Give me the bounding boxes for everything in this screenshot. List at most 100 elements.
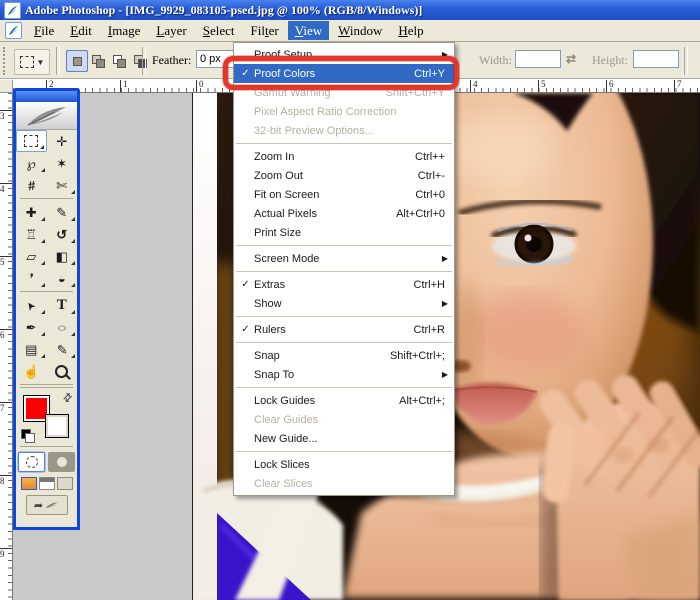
menu-item-rulers[interactable]: ✓RulersCtrl+R [234, 320, 454, 339]
menu-separator [236, 316, 452, 317]
ruler-label: 1 [120, 80, 128, 92]
default-colors-icon[interactable] [21, 429, 35, 441]
menu-item-proof-colors[interactable]: ✓Proof ColorsCtrl+Y [234, 64, 454, 83]
background-color-swatch[interactable] [45, 414, 69, 438]
default-background [25, 433, 35, 443]
swap-colors-icon[interactable]: ⇄ [60, 390, 76, 406]
imageready-row: ➦ [16, 492, 77, 518]
menubar-item-window[interactable]: Window [331, 21, 389, 40]
tool-lasso[interactable]: ℘ [16, 152, 47, 174]
tool-clone-stamp[interactable]: ♖ [16, 223, 47, 245]
feather-logo-gray [25, 105, 69, 127]
tool-history-brush[interactable]: ↺ [47, 223, 78, 245]
menubar-item-file[interactable]: File [27, 21, 61, 40]
menu-item-snap-to[interactable]: Snap To▶ [234, 365, 454, 384]
tool-hand[interactable]: ☝ [16, 360, 47, 382]
menubar-item-filter[interactable]: Filter [244, 21, 286, 40]
width-input[interactable] [515, 50, 561, 68]
menu-item-snap[interactable]: SnapShift+Ctrl+; [234, 346, 454, 365]
tool-preset-picker[interactable]: ▼ [14, 49, 50, 75]
selection-mode-subtract-button[interactable] [108, 50, 130, 72]
tool-path-selection[interactable]: ➤ [16, 294, 47, 316]
tool-rectangular-marquee[interactable] [16, 130, 47, 152]
tool-paint-bucket[interactable]: ◧ [47, 245, 78, 267]
menu-item-zoom-in[interactable]: Zoom InCtrl++ [234, 147, 454, 166]
selection-mode-new-button[interactable] [66, 50, 88, 72]
vertical-ruler[interactable]: 3456789 [0, 93, 13, 600]
move-icon: ✛ [56, 135, 67, 148]
tool-row: ▤✐ [16, 338, 77, 360]
menubar-item-edit[interactable]: Edit [63, 21, 99, 40]
tool-zoom[interactable] [47, 360, 78, 382]
toolbox-title-bar[interactable] [16, 91, 77, 102]
tool-healing-brush[interactable]: ✚ [16, 201, 47, 223]
menu-item-new-guide[interactable]: New Guide... [234, 429, 454, 448]
menu-item-actual-pixels[interactable]: Actual PixelsAlt+Ctrl+0 [234, 204, 454, 223]
menubar-item-view[interactable]: View [288, 21, 329, 40]
menu-item-screen-mode[interactable]: Screen Mode▶ [234, 249, 454, 268]
tool-slice[interactable]: ✄ [47, 174, 78, 196]
healing-brush-icon: ✚ [26, 206, 37, 219]
menu-item-extras[interactable]: ✓ExtrasCtrl+H [234, 275, 454, 294]
checkmark-icon: ✓ [237, 68, 254, 79]
ruler-label: 6 [606, 80, 614, 92]
menu-item-zoom-out[interactable]: Zoom OutCtrl+- [234, 166, 454, 185]
fullscreen-button[interactable] [57, 477, 73, 490]
tool-move[interactable]: ✛ [47, 130, 78, 152]
options-bar-grip[interactable] [3, 47, 9, 75]
height-input[interactable] [633, 50, 679, 68]
tool-pen[interactable]: ✒ [16, 316, 47, 338]
separator [684, 47, 688, 75]
standard-mode-button[interactable] [18, 452, 45, 472]
menu-separator [236, 271, 452, 272]
tool-row: ✚✎ [16, 201, 77, 223]
ruler-ticks [8, 93, 12, 600]
shortcut-label: Ctrl+H [414, 279, 451, 291]
tool-magic-wand[interactable]: ✶ [47, 152, 78, 174]
notes-icon: ▤ [25, 343, 37, 356]
title-bar[interactable]: Adobe Photoshop - [IMG_9929_083105-psed.… [0, 0, 700, 20]
menu-item-lock-guides[interactable]: Lock GuidesAlt+Ctrl+; [234, 391, 454, 410]
tool-eraser[interactable]: ▱ [16, 245, 47, 267]
shortcut-label: Alt+Ctrl+0 [396, 208, 451, 220]
quick-mask-mode-button[interactable] [48, 452, 75, 472]
menu-item-show[interactable]: Show▶ [234, 294, 454, 313]
swap-width-height-icon[interactable]: ⇄ [566, 52, 576, 67]
shortcut-label: Ctrl+Y [414, 68, 451, 80]
tool-notes[interactable]: ▤ [16, 338, 47, 360]
menubar-item-image[interactable]: Image [101, 21, 148, 40]
submenu-arrow-icon: ▶ [442, 299, 451, 308]
tool-eyedropper[interactable]: ✐ [47, 338, 78, 360]
photo-shape [525, 235, 532, 242]
menu-items-container: FileEditImageLayerSelectFilterViewWindow… [26, 23, 432, 39]
paint-bucket-icon: ◧ [56, 250, 68, 263]
menu-separator [236, 245, 452, 246]
fullscreen-with-menu-button[interactable] [39, 477, 55, 490]
jump-to-imageready-button[interactable]: ➦ [26, 495, 68, 515]
menu-item-lock-slices[interactable]: Lock Slices [234, 455, 454, 474]
tool-type[interactable]: T [47, 294, 78, 316]
tool-brush[interactable]: ✎ [47, 201, 78, 223]
menu-item-label: Snap [254, 350, 390, 362]
ruler-label: 8 [0, 475, 12, 486]
ruler-label: 4 [470, 80, 478, 92]
menu-item-label: Proof Setup [254, 49, 442, 61]
menubar-item-layer[interactable]: Layer [149, 21, 193, 40]
slice-icon: ✄ [56, 179, 67, 192]
menu-item-label: Show [254, 298, 442, 310]
selection-mode-intersect-button[interactable] [129, 50, 151, 72]
menu-item-proof-setup[interactable]: Proof Setup▶ [234, 45, 454, 64]
photo-shape [613, 448, 633, 462]
menubar-item-select[interactable]: Select [196, 21, 242, 40]
tool-blur[interactable]: ❜ [16, 267, 47, 289]
menu-item-label: Extras [254, 279, 414, 291]
tool-crop[interactable]: # [16, 174, 47, 196]
menu-item-print-size[interactable]: Print Size [234, 223, 454, 242]
tool-dodge[interactable]: ◒ [47, 267, 78, 289]
selection-mode-add-button[interactable] [87, 50, 109, 72]
menu-item-fit-on-screen[interactable]: Fit on ScreenCtrl+0 [234, 185, 454, 204]
tool-ellipse-shape[interactable]: ○ [47, 316, 78, 338]
standard-screen-mode-button[interactable] [21, 477, 37, 490]
type-icon: T [57, 299, 67, 312]
menubar-item-help[interactable]: Help [391, 21, 430, 40]
